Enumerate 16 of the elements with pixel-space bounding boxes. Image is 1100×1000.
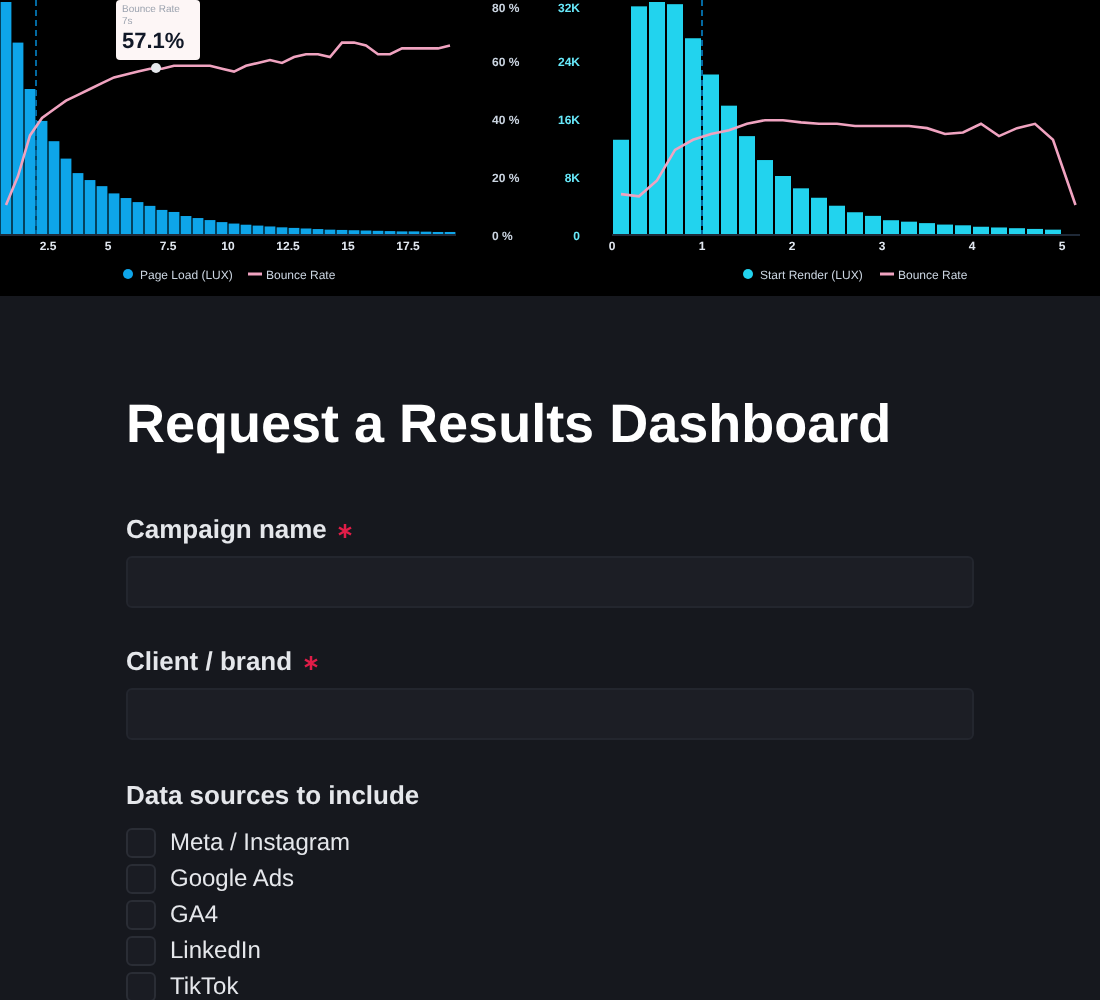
page-title: Request a Results Dashboard — [126, 392, 894, 458]
legend-line — [880, 272, 894, 276]
legend-dot — [743, 269, 753, 279]
hover-point — [151, 63, 161, 73]
tooltip-value: 57.1% — [122, 30, 185, 54]
legend-line — [248, 272, 262, 276]
tooltip-background — [116, 0, 200, 60]
section-label: Data sources to include — [126, 780, 422, 812]
checkbox-label: LinkedIn — [170, 936, 261, 964]
checkbox-label: TikTok — [170, 972, 239, 1000]
field-label: Client / brand — [126, 646, 293, 678]
legend-dot — [123, 269, 133, 279]
checkbox-label: GA4 — [170, 900, 219, 928]
field-label: Campaign name — [126, 514, 327, 546]
checkbox-label: Meta / Instagram — [170, 828, 351, 856]
checkbox-label: Google Ads — [170, 864, 295, 892]
